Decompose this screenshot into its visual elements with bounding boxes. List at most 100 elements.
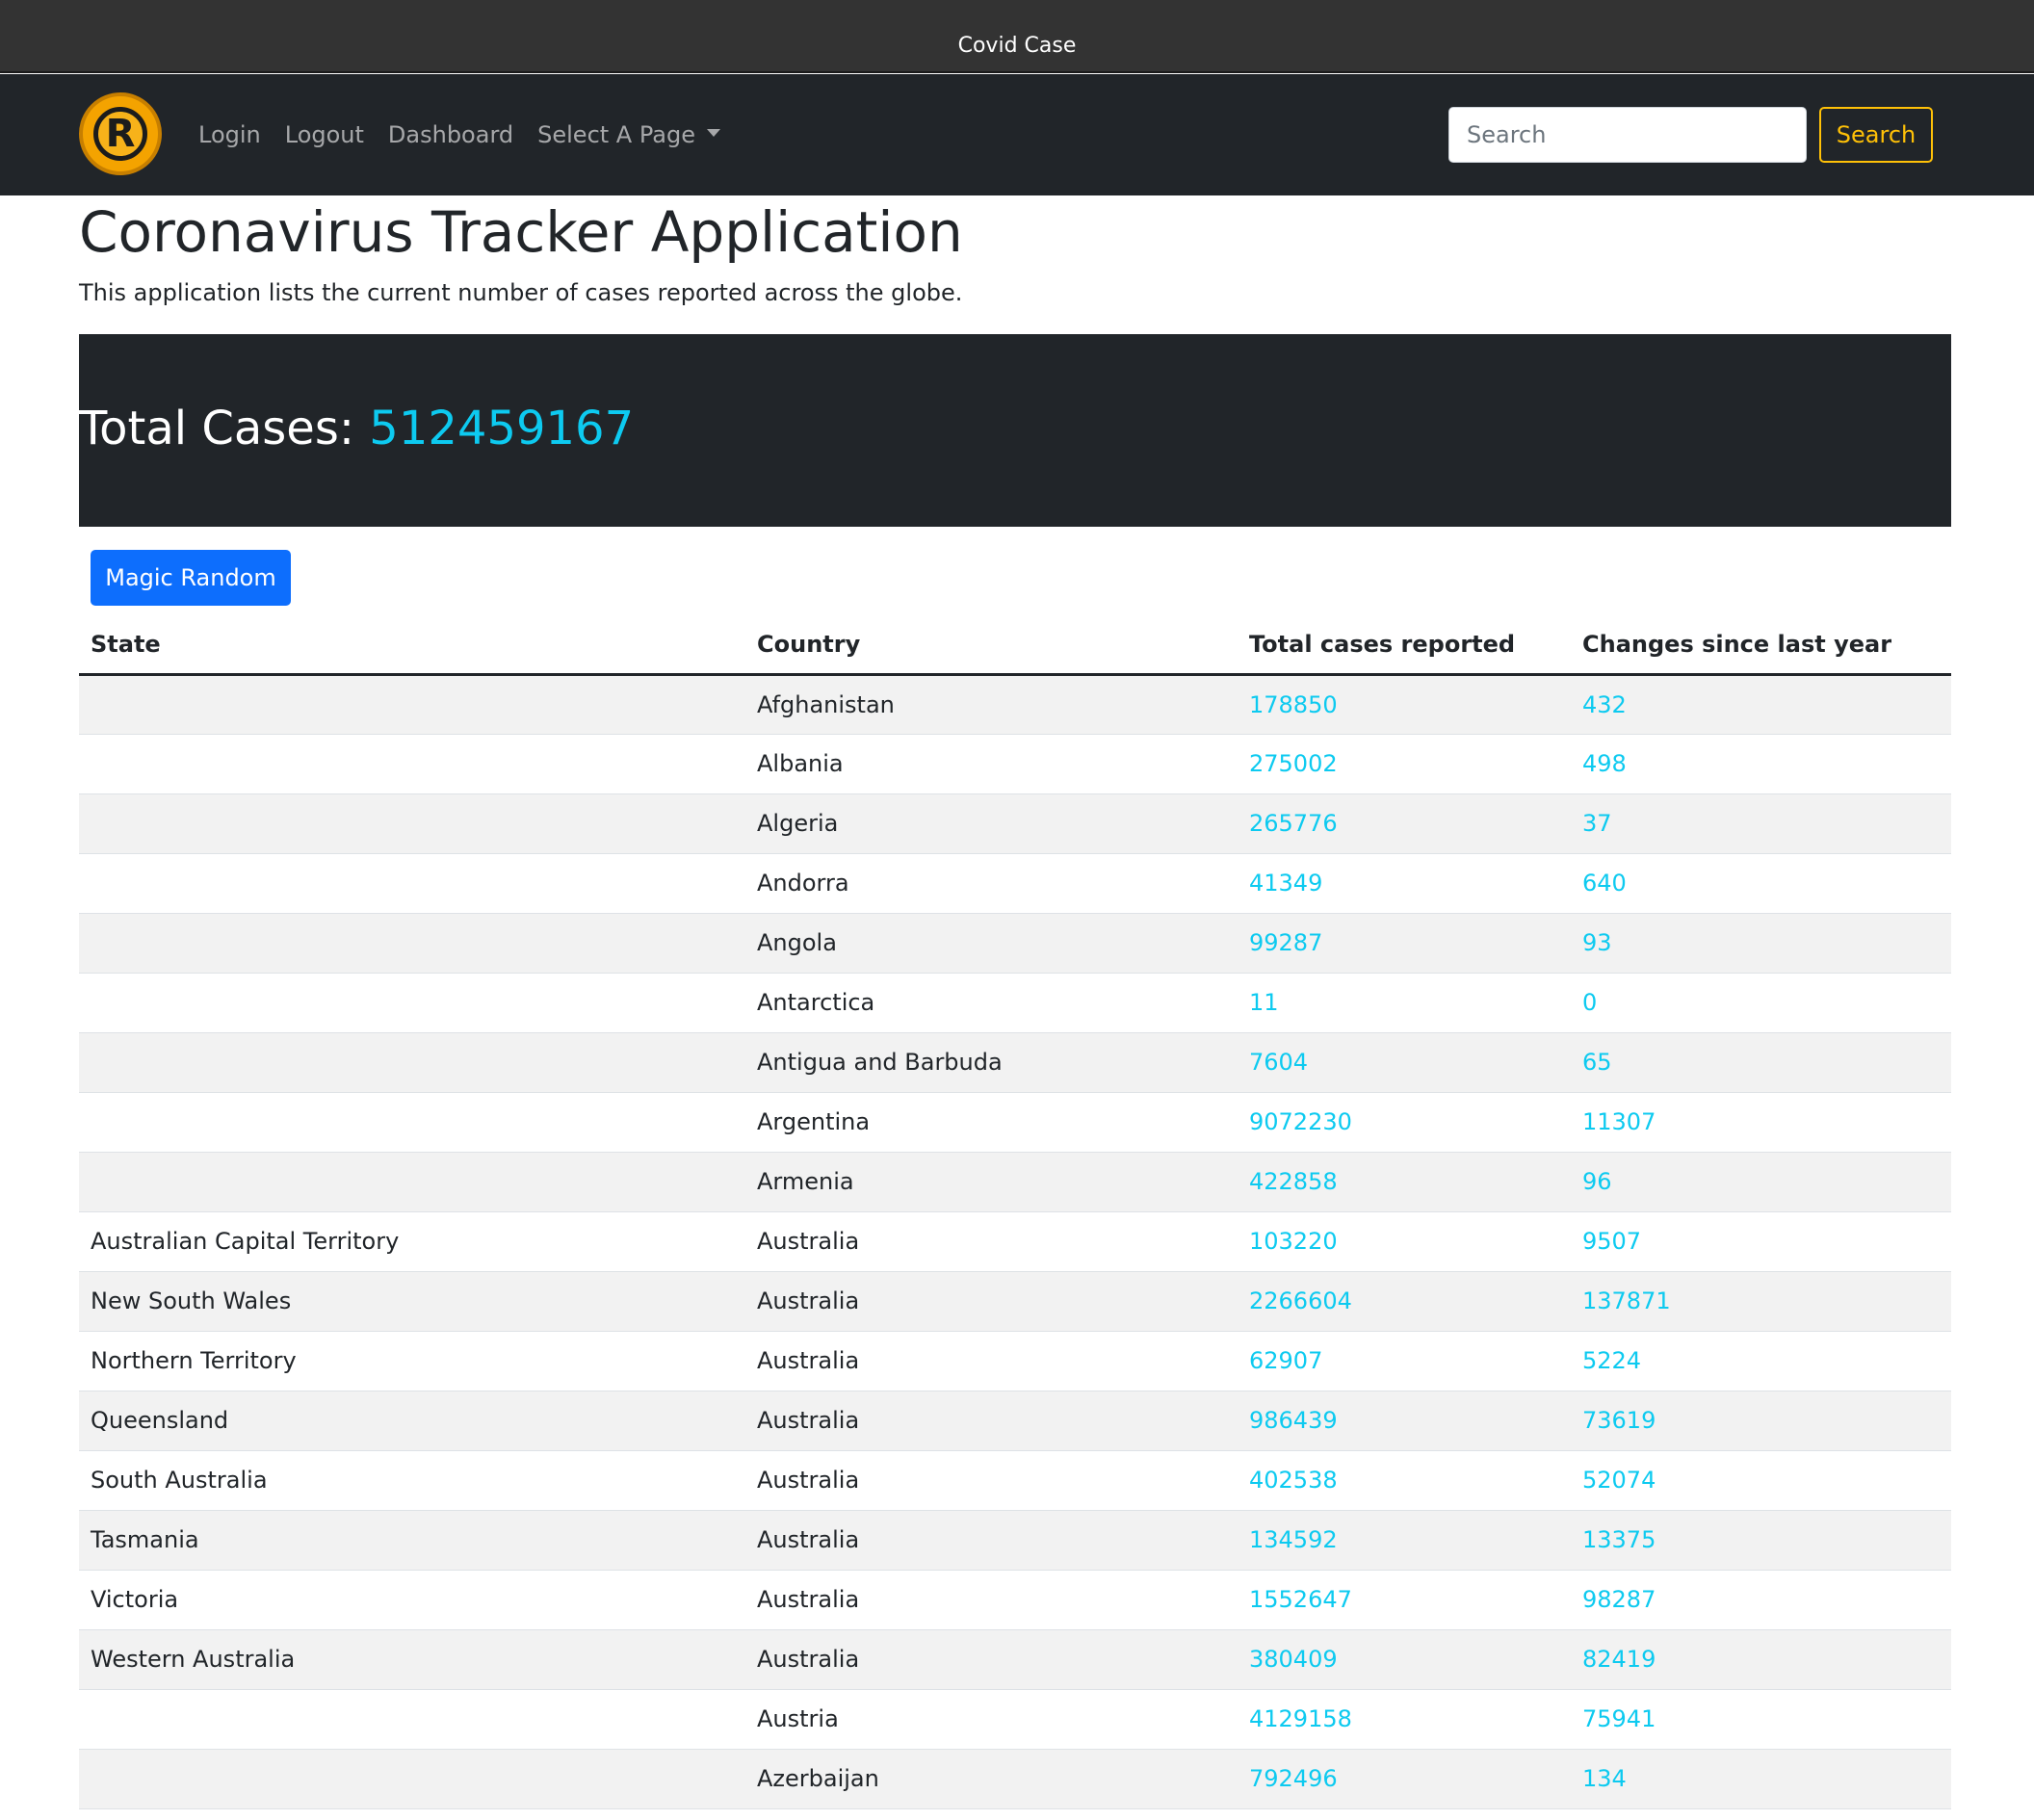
total-cases-cell: 41349 bbox=[1238, 853, 1571, 914]
table-row: Andorra 41349 640 bbox=[79, 853, 1951, 914]
total-cases-cell: 134592 bbox=[1238, 1510, 1571, 1571]
changes-cell: 5224 bbox=[1571, 1331, 1951, 1391]
country-cell: Australia bbox=[745, 1391, 1238, 1451]
total-cases-banner: Total Cases: 512459167 bbox=[79, 334, 1951, 527]
country-cell: Algeria bbox=[745, 793, 1238, 854]
table-header-row: State Country Total cases reported Chang… bbox=[79, 616, 1951, 676]
table-row: Western Australia Australia 380409 82419 bbox=[79, 1629, 1951, 1690]
state-cell: Western Australia bbox=[79, 1629, 745, 1690]
page-title: Coronavirus Tracker Application bbox=[79, 199, 963, 265]
table-row: Northern Territory Australia 62907 5224 bbox=[79, 1331, 1951, 1391]
country-cell: Armenia bbox=[745, 1152, 1238, 1212]
nav-link-dashboard[interactable]: Dashboard bbox=[388, 121, 513, 148]
changes-cell: 37 bbox=[1571, 793, 1951, 854]
table-row: Afghanistan 178850 432 bbox=[79, 674, 1951, 735]
state-cell bbox=[79, 674, 745, 735]
window-titlebar: Covid Case bbox=[0, 0, 2034, 73]
changes-cell: 82419 bbox=[1571, 1629, 1951, 1690]
total-cases-cell: 7604 bbox=[1238, 1032, 1571, 1093]
table-row: Victoria Australia 1552647 98287 bbox=[79, 1570, 1951, 1630]
total-cases-cell: 422858 bbox=[1238, 1152, 1571, 1212]
total-cases-value: 512459167 bbox=[369, 402, 635, 455]
search-input[interactable] bbox=[1448, 107, 1807, 163]
total-cases-cell: 99287 bbox=[1238, 913, 1571, 974]
state-cell bbox=[79, 1689, 745, 1750]
search-button[interactable]: Search bbox=[1819, 107, 1933, 163]
navbar: R Login Logout Dashboard Select A Page S… bbox=[0, 74, 2034, 195]
total-cases-cell: 11 bbox=[1238, 973, 1571, 1033]
total-cases-cell: 9072230 bbox=[1238, 1092, 1571, 1153]
changes-cell: 96 bbox=[1571, 1152, 1951, 1212]
country-cell: Antarctica bbox=[745, 973, 1238, 1033]
changes-cell: 9507 bbox=[1571, 1211, 1951, 1272]
nav-link-logout[interactable]: Logout bbox=[285, 121, 364, 148]
nav-link-login[interactable]: Login bbox=[198, 121, 261, 148]
changes-cell: 93 bbox=[1571, 913, 1951, 974]
changes-cell: 65 bbox=[1571, 1032, 1951, 1093]
country-cell: Australia bbox=[745, 1570, 1238, 1630]
total-cases-cell: 1552647 bbox=[1238, 1570, 1571, 1630]
state-cell: Northern Territory bbox=[79, 1331, 745, 1391]
column-header-changes: Changes since last year bbox=[1571, 616, 1951, 676]
page-description: This application lists the current numbe… bbox=[79, 279, 963, 306]
country-cell: Australia bbox=[745, 1331, 1238, 1391]
state-cell bbox=[79, 734, 745, 794]
changes-cell: 432 bbox=[1571, 674, 1951, 735]
changes-cell: 137871 bbox=[1571, 1271, 1951, 1332]
select-page-label: Select A Page bbox=[537, 121, 695, 148]
country-cell: Albania bbox=[745, 734, 1238, 794]
table-row: Algeria 265776 37 bbox=[79, 793, 1951, 854]
table-row: South Australia Australia 402538 52074 bbox=[79, 1450, 1951, 1511]
table-row: Azerbaijan 792496 134 bbox=[79, 1749, 1951, 1809]
country-cell: Andorra bbox=[745, 853, 1238, 914]
changes-cell: 52074 bbox=[1571, 1450, 1951, 1511]
total-cases-cell: 2266604 bbox=[1238, 1271, 1571, 1332]
table-row: Armenia 422858 96 bbox=[79, 1152, 1951, 1212]
changes-cell: 134 bbox=[1571, 1749, 1951, 1809]
total-cases-cell: 402538 bbox=[1238, 1450, 1571, 1511]
total-cases-text: Total Cases: 512459167 bbox=[79, 400, 634, 457]
total-cases-cell: 380409 bbox=[1238, 1629, 1571, 1690]
state-cell: New South Wales bbox=[79, 1271, 745, 1332]
window-title: Covid Case bbox=[957, 34, 1077, 58]
state-cell bbox=[79, 913, 745, 974]
total-cases-cell: 178850 bbox=[1238, 674, 1571, 735]
state-cell: South Australia bbox=[79, 1450, 745, 1511]
state-cell bbox=[79, 1092, 745, 1153]
state-cell bbox=[79, 1749, 745, 1809]
country-cell: Australia bbox=[745, 1271, 1238, 1332]
table-row: Queensland Australia 986439 73619 bbox=[79, 1391, 1951, 1451]
country-cell: Angola bbox=[745, 913, 1238, 974]
changes-cell: 73619 bbox=[1571, 1391, 1951, 1451]
state-cell bbox=[79, 1032, 745, 1093]
state-cell: Queensland bbox=[79, 1391, 745, 1451]
table-row: Austria 4129158 75941 bbox=[79, 1689, 1951, 1750]
total-cases-cell: 265776 bbox=[1238, 793, 1571, 854]
total-cases-cell: 275002 bbox=[1238, 734, 1571, 794]
changes-cell: 75941 bbox=[1571, 1689, 1951, 1750]
state-cell: Victoria bbox=[79, 1570, 745, 1630]
state-cell bbox=[79, 793, 745, 854]
column-header-total-cases: Total cases reported bbox=[1238, 616, 1571, 676]
table-row: New South Wales Australia 2266604 137871 bbox=[79, 1271, 1951, 1332]
magic-random-button[interactable]: Magic Random bbox=[91, 550, 291, 606]
country-cell: Azerbaijan bbox=[745, 1749, 1238, 1809]
table-body: Afghanistan 178850 432 Albania 275002 498 Alge… bbox=[79, 674, 1951, 1809]
changes-cell: 498 bbox=[1571, 734, 1951, 794]
changes-cell: 640 bbox=[1571, 853, 1951, 914]
table-row: Tasmania Australia 134592 13375 bbox=[79, 1510, 1951, 1571]
total-cases-cell: 4129158 bbox=[1238, 1689, 1571, 1750]
chevron-down-icon bbox=[706, 129, 720, 137]
country-cell: Australia bbox=[745, 1510, 1238, 1571]
state-cell bbox=[79, 973, 745, 1033]
brand-logo-icon[interactable]: R bbox=[79, 92, 162, 175]
total-cases-cell: 986439 bbox=[1238, 1391, 1571, 1451]
table-row: Australian Capital Territory Australia 103… bbox=[79, 1211, 1951, 1272]
state-cell: Australian Capital Territory bbox=[79, 1211, 745, 1272]
total-cases-cell: 792496 bbox=[1238, 1749, 1571, 1809]
table-row: Angola 99287 93 bbox=[79, 913, 1951, 974]
country-cell: Afghanistan bbox=[745, 674, 1238, 735]
changes-cell: 0 bbox=[1571, 973, 1951, 1033]
select-page-dropdown[interactable]: Select A Page bbox=[537, 121, 720, 148]
changes-cell: 98287 bbox=[1571, 1570, 1951, 1630]
